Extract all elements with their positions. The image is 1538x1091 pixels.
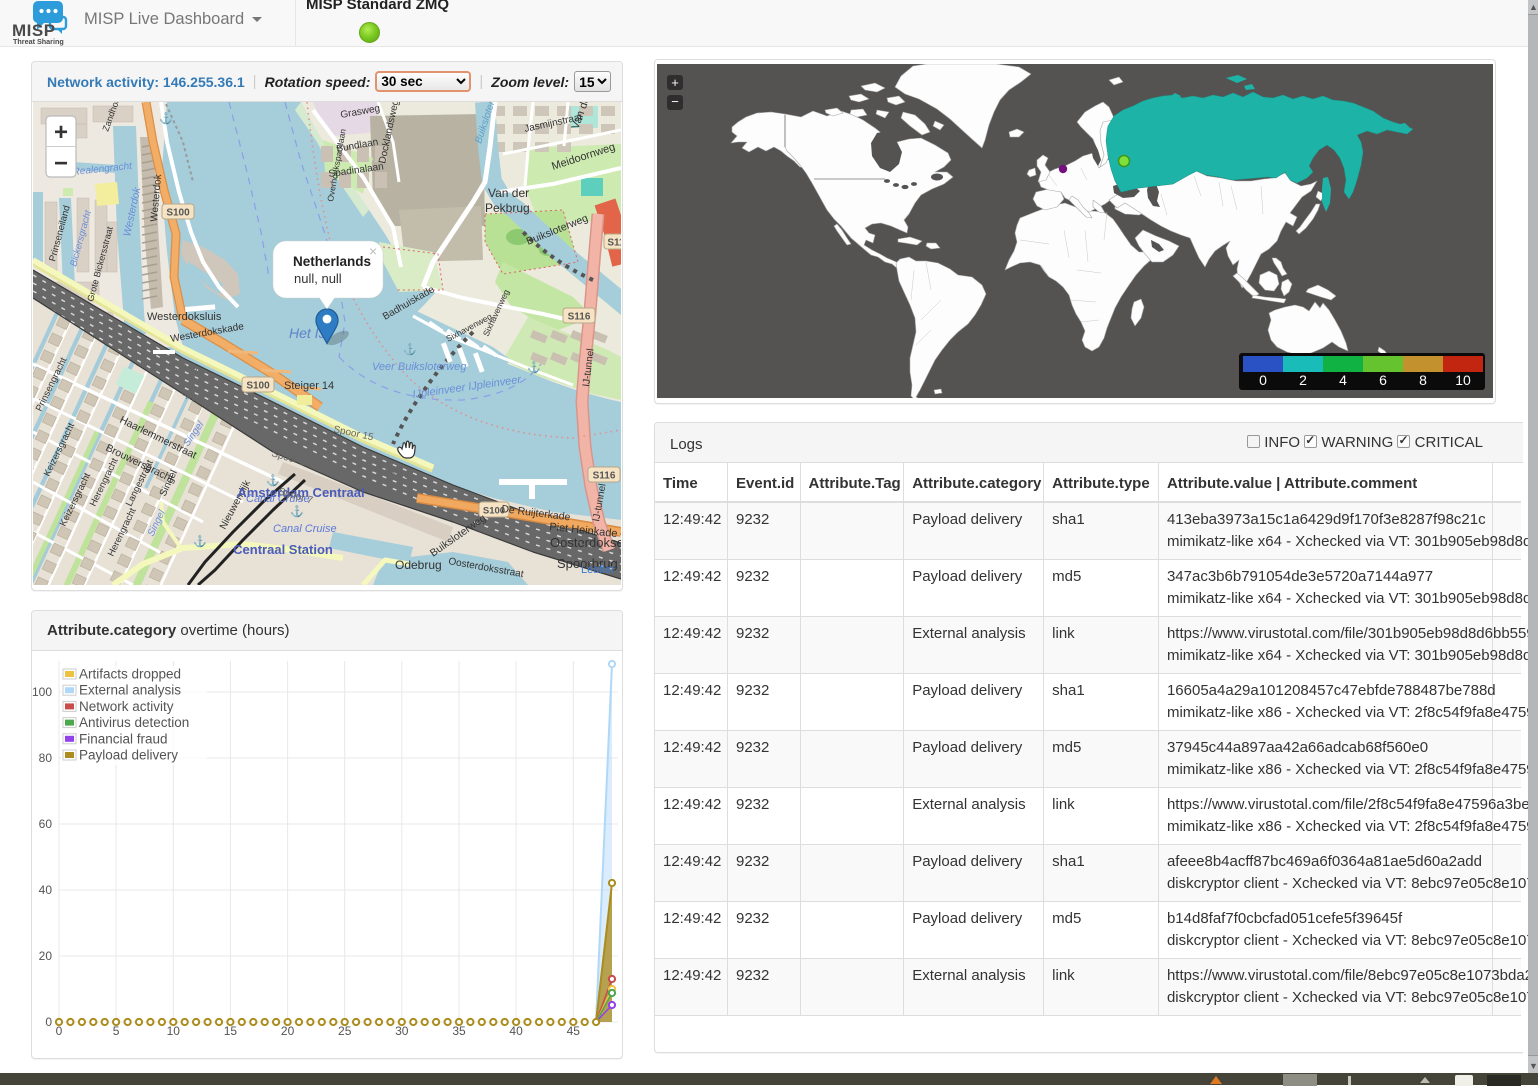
svg-text:Steiger 14: Steiger 14 [284, 380, 334, 392]
svg-text:⚓: ⚓ [403, 343, 417, 356]
svg-text:+: + [54, 119, 68, 146]
svg-text:45: 45 [567, 1024, 581, 1038]
svg-text:2: 2 [1299, 372, 1307, 388]
svg-text:−: − [54, 150, 68, 177]
svg-text:⚓: ⚓ [193, 535, 207, 548]
svg-text:Financial fraud: Financial fraud [79, 731, 168, 746]
svg-text:−: − [671, 94, 679, 109]
svg-text:40: 40 [509, 1024, 523, 1038]
svg-text:External analysis: External analysis [79, 683, 181, 698]
svg-text:40: 40 [39, 883, 53, 897]
svg-text:+: + [671, 75, 679, 90]
svg-text:S116: S116 [568, 312, 591, 323]
svg-text:Threat Sharing: Threat Sharing [13, 37, 64, 46]
svg-text:60: 60 [39, 817, 53, 831]
svg-text:Van der: Van der [488, 186, 529, 200]
svg-text:Netherlands: Netherlands [293, 254, 371, 269]
svg-text:6: 6 [1379, 372, 1387, 388]
svg-text:Payload delivery: Payload delivery [79, 748, 178, 763]
svg-text:0: 0 [1259, 372, 1267, 388]
svg-text:S116: S116 [593, 471, 616, 482]
svg-text:25: 25 [338, 1024, 352, 1038]
svg-text:×: × [369, 243, 377, 259]
svg-text:30: 30 [395, 1024, 409, 1038]
svg-text:4: 4 [1339, 372, 1347, 388]
svg-text:8: 8 [1419, 372, 1427, 388]
svg-text:20: 20 [39, 949, 53, 963]
svg-text:Centraal Station: Centraal Station [233, 542, 333, 557]
svg-text:35: 35 [452, 1024, 466, 1038]
svg-text:S11: S11 [607, 238, 621, 249]
svg-text:⚓: ⚓ [290, 505, 304, 518]
svg-text:80: 80 [39, 751, 53, 765]
svg-text:100: 100 [32, 685, 52, 699]
svg-text:Canal Cruise: Canal Cruise [273, 523, 337, 535]
svg-text:15: 15 [224, 1024, 238, 1038]
svg-text:Artifacts dropped: Artifacts dropped [79, 667, 181, 682]
svg-text:Westerdoksluis: Westerdoksluis [147, 311, 222, 323]
svg-text:⚓: ⚓ [159, 112, 173, 125]
svg-text:Leaflet: Leaflet [581, 564, 614, 576]
svg-text:S100: S100 [246, 381, 270, 392]
svg-text:Veer Buiksloterweg: Veer Buiksloterweg [372, 361, 467, 373]
svg-text:10: 10 [167, 1024, 181, 1038]
svg-text:Antivirus detection: Antivirus detection [79, 715, 189, 730]
svg-text:Odebrug: Odebrug [395, 558, 442, 572]
svg-text:20: 20 [281, 1024, 295, 1038]
svg-text:Oosterdokse: Oosterdokse [550, 535, 621, 550]
svg-text:10: 10 [1455, 372, 1471, 388]
svg-text:null, null: null, null [294, 271, 342, 286]
svg-text:Network activity: Network activity [79, 699, 174, 714]
svg-text:Pekbrug: Pekbrug [485, 201, 530, 215]
svg-text:5: 5 [113, 1024, 120, 1038]
svg-text:⚓: ⚓ [527, 361, 541, 374]
svg-text:S100: S100 [166, 208, 190, 219]
svg-text:0: 0 [45, 1015, 52, 1029]
svg-text:0: 0 [56, 1024, 63, 1038]
